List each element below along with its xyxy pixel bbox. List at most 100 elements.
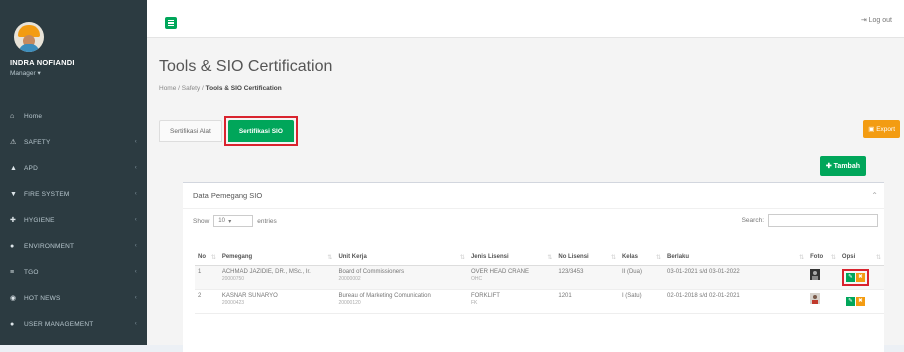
chevron-left-icon: ‹ [134, 243, 137, 249]
col-berlaku[interactable]: Berlaku ⇅ [664, 251, 808, 266]
cell-kelas: II (Dua) [618, 265, 665, 290]
news-icon: ◉ [10, 295, 17, 302]
table-search: Search: [742, 214, 878, 227]
box-title: Data Pemegang SIO [193, 191, 263, 200]
export-button[interactable]: ▣ Export [863, 120, 900, 138]
delete-button[interactable]: ✖ [855, 296, 865, 306]
sidebar-item-hygiene[interactable]: ✚ HYGIENE ‹ [0, 207, 147, 233]
collapse-icon[interactable]: ⌃ [871, 191, 878, 200]
tab-sertifikasi-sio[interactable]: Sertifikasi SIO [227, 120, 294, 142]
sidebar-item-label: FIRE SYSTEM [24, 190, 70, 198]
chevron-left-icon: ‹ [134, 165, 137, 171]
sidebar-item-home[interactable]: ⌂ Home [0, 103, 147, 129]
cell-opsi: ✎ ✖ [838, 289, 884, 314]
edit-button[interactable]: ✎ [845, 272, 855, 282]
entries-select[interactable]: 10 ▾ [213, 215, 254, 227]
page-title: Tools & SIO Certification [159, 58, 333, 75]
breadcrumb-current: Tools & SIO Certification [205, 85, 282, 92]
table-controls: Show 10 ▾ entries Search: [183, 209, 884, 231]
tab-sertifikasi-alat[interactable]: Sertifikasi Alat [159, 120, 222, 142]
photo-thumbnail[interactable] [810, 268, 821, 280]
breadcrumb-home[interactable]: Home [159, 85, 176, 92]
cell-berlaku: 03-01-2021 s/d 03-01-2022 [664, 265, 808, 290]
cell-no: 2 [195, 289, 219, 314]
col-jenis-lisensi[interactable]: Jenis Lisensi ⇅ [467, 251, 556, 266]
actions-highlight: ✎ ✖ [841, 268, 869, 286]
user-icon: ● [10, 320, 15, 328]
sidebar-item-fire-system[interactable]: ▼ FIRE SYSTEM ‹ [0, 181, 147, 207]
sidebar-item-label: HYGIENE [24, 216, 55, 224]
sidebar-item-label: HOT NEWS [24, 294, 61, 302]
sidebar-item-hot-news[interactable]: ◉ HOT NEWS ‹ [0, 285, 147, 311]
tab-highlight: Sertifikasi SIO [223, 116, 298, 146]
sidebar-item-apd[interactable]: ▲ APD ‹ [0, 155, 147, 181]
cell-berlaku: 02-01-2018 s/d 02-01-2021 [664, 289, 808, 314]
sidebar: INDRA NOFIANDI Manager ▾ ⌂ Home ⚠ SAFETY ‹ … [0, 0, 147, 345]
sidebar-item-label: APD [24, 164, 38, 172]
search-label: Search: [741, 217, 764, 224]
sidebar-item-label: Home [24, 112, 43, 120]
user-panel: INDRA NOFIANDI Manager ▾ [0, 0, 147, 103]
sidebar-item-label: TGO [24, 268, 39, 276]
sio-table: No ⇅ Pemegang ⇅ Unit Kerja ⇅ Jenis Lisensi… [195, 251, 884, 314]
cell-jenis-lisensi: OVER HEAD CRANE OHC [467, 265, 556, 290]
sidebar-item-tgo[interactable]: ≡ TGO ‹ [0, 259, 147, 285]
avatar [14, 22, 44, 52]
apd-icon: ▲ [10, 164, 18, 172]
chevron-left-icon: ‹ [134, 139, 137, 145]
cell-pemegang: KASNAR SUNARYO 20000423 [218, 289, 336, 314]
table-row: 2 KASNAR SUNARYO 20000423 Bureau of Marke… [195, 289, 884, 314]
cell-unit-kerja: Board of Commissioners 20000002 [335, 265, 468, 290]
cell-no: 1 [195, 265, 219, 290]
user-role-dropdown[interactable]: Manager ▾ [0, 69, 147, 77]
sidebar-nav: ⌂ Home ⚠ SAFETY ‹ ▲ APD ‹ ▼ FIRE SYSTEM ‹ ✚ HYGI… [0, 103, 147, 337]
chevron-left-icon: ‹ [134, 191, 137, 197]
sidebar-item-label: USER MANAGEMENT [24, 320, 94, 328]
table-row: 1 ACHMAD JAZIDIE, DR., MSc., Ir. 20000750… [195, 265, 884, 290]
add-button[interactable]: ✚ Tambah [819, 156, 866, 176]
list-icon: ≡ [10, 268, 15, 276]
tabs: Sertifikasi Alat Sertifikasi SIO [159, 116, 298, 146]
cell-foto [807, 265, 839, 290]
medical-icon: ✚ [10, 217, 17, 224]
show-label: Show [193, 217, 210, 225]
chevron-left-icon: ‹ [134, 321, 137, 327]
globe-icon: ● [10, 242, 15, 250]
chevron-left-icon: ‹ [134, 295, 137, 301]
main-content: Tools & SIO Certification Home / Safety … [147, 38, 904, 352]
col-no-lisensi[interactable]: No Lisensi ⇅ [555, 251, 619, 266]
col-kelas[interactable]: Kelas ⇅ [618, 251, 665, 266]
cell-kelas: I (Satu) [618, 289, 665, 314]
delete-button[interactable]: ✖ [855, 272, 865, 282]
col-pemegang[interactable]: Pemegang ⇅ [218, 251, 336, 266]
col-opsi[interactable]: Opsi ⇅ [838, 251, 884, 266]
col-unit-kerja[interactable]: Unit Kerja ⇅ [335, 251, 468, 266]
cell-no-lisensi: 123/3453 [555, 265, 619, 290]
logout-link[interactable]: ⇥ Log out [861, 16, 892, 24]
breadcrumb-safety[interactable]: Safety [182, 85, 200, 92]
topbar: ⇥ Log out [147, 0, 904, 38]
warning-icon: ⚠ [10, 139, 17, 146]
cell-no-lisensi: 1201 [555, 289, 619, 314]
menu-toggle-button[interactable] [165, 17, 177, 29]
user-name: INDRA NOFIANDI [10, 58, 75, 67]
sidebar-item-user-management[interactable]: ● USER MANAGEMENT ‹ [0, 311, 147, 337]
entries-label: entries [257, 217, 277, 225]
col-no[interactable]: No ⇅ [195, 251, 219, 266]
chevron-left-icon: ‹ [134, 269, 137, 275]
fire-extinguisher-icon: ▼ [10, 190, 18, 198]
search-input[interactable] [768, 214, 878, 227]
entries-length: Show 10 ▾ entries [193, 215, 277, 227]
cell-foto [807, 289, 839, 314]
col-foto[interactable]: Foto ⇅ [807, 251, 839, 266]
sidebar-item-safety[interactable]: ⚠ SAFETY ‹ [0, 129, 147, 155]
sidebar-item-environment[interactable]: ● ENVIRONMENT ‹ [0, 233, 147, 259]
breadcrumb: Home / Safety / Tools & SIO Certificatio… [159, 85, 282, 92]
sidebar-item-label: SAFETY [24, 138, 51, 146]
cell-unit-kerja: Bureau of Marketing Comunication 20000120 [335, 289, 468, 314]
table-header-row: No ⇅ Pemegang ⇅ Unit Kerja ⇅ Jenis Lisensi… [195, 251, 884, 266]
photo-thumbnail[interactable] [810, 292, 821, 304]
cell-jenis-lisensi: FORKLIFT FK [467, 289, 556, 314]
edit-button[interactable]: ✎ [845, 296, 855, 306]
chevron-left-icon: ‹ [134, 217, 137, 223]
